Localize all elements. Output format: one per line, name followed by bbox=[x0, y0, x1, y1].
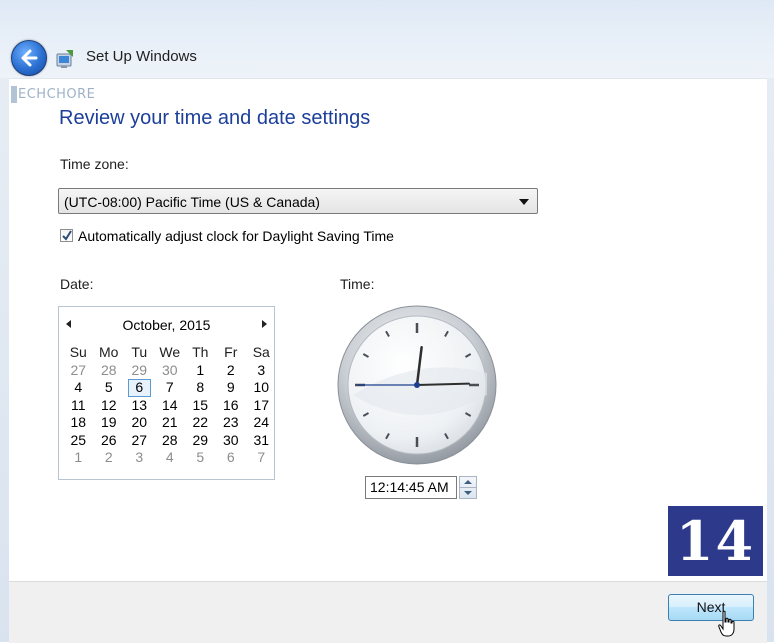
setup-window: Set Up Windows ECHCHORE Review your time… bbox=[0, 0, 774, 643]
calendar-day[interactable]: 27 bbox=[124, 432, 155, 450]
calendar-day[interactable]: 30 bbox=[216, 432, 247, 450]
calendar-day[interactable]: 14 bbox=[155, 397, 186, 415]
weekday-header: We bbox=[159, 344, 181, 360]
calendar-day[interactable]: 6 bbox=[128, 379, 151, 397]
calendar-day[interactable]: 9 bbox=[216, 379, 247, 397]
calendar-day[interactable]: 11 bbox=[63, 397, 94, 415]
calendar-day[interactable]: 29 bbox=[124, 362, 155, 380]
calendar-day[interactable]: 16 bbox=[216, 397, 247, 415]
spin-up-icon[interactable] bbox=[464, 480, 472, 484]
calendar-day[interactable]: 2 bbox=[94, 449, 125, 467]
calendar-day[interactable]: 4 bbox=[155, 449, 186, 467]
calendar-day[interactable]: 28 bbox=[94, 362, 125, 380]
calendar-month-title[interactable]: October, 2015 bbox=[59, 317, 274, 333]
weekday-header: Tu bbox=[131, 344, 148, 360]
time-spinner[interactable] bbox=[459, 476, 477, 499]
calendar-day[interactable]: 10 bbox=[246, 379, 277, 397]
calendar-day[interactable]: 5 bbox=[185, 449, 216, 467]
calendar-day[interactable]: 18 bbox=[63, 414, 94, 432]
calendar-day[interactable]: 30 bbox=[155, 362, 186, 380]
weekday-header: Mo bbox=[99, 344, 119, 360]
calendar-day[interactable]: 19 bbox=[94, 414, 125, 432]
dst-label[interactable]: Automatically adjust clock for Daylight … bbox=[78, 228, 394, 244]
calendar-day[interactable]: 6 bbox=[216, 449, 247, 467]
spin-down-icon[interactable] bbox=[464, 491, 472, 495]
weekday-header: Fr bbox=[224, 344, 238, 360]
calendar-day[interactable]: 26 bbox=[94, 432, 125, 450]
calendar-day[interactable]: 1 bbox=[185, 362, 216, 380]
calendar-day[interactable]: 25 bbox=[63, 432, 94, 450]
date-label: Date: bbox=[60, 276, 94, 292]
window-title: Set Up Windows bbox=[86, 48, 197, 65]
timezone-selected-value: (UTC-08:00) Pacific Time (US & Canada) bbox=[64, 194, 320, 210]
calendar-day[interactable]: 31 bbox=[246, 432, 277, 450]
calendar-day[interactable]: 15 bbox=[185, 397, 216, 415]
setup-windows-icon bbox=[56, 50, 73, 68]
page-title: Review your time and date settings bbox=[59, 107, 371, 129]
hand-cursor-icon bbox=[718, 610, 735, 637]
calendar-day[interactable]: 27 bbox=[63, 362, 94, 380]
calendar-day[interactable]: 7 bbox=[155, 379, 186, 397]
next-month-icon[interactable] bbox=[262, 320, 267, 328]
back-arrow-icon bbox=[21, 49, 38, 67]
title-bar: Set Up Windows bbox=[0, 0, 774, 78]
dropdown-arrow-icon bbox=[519, 199, 529, 205]
calendar-day[interactable]: 8 bbox=[185, 379, 216, 397]
step-number: 14 bbox=[668, 506, 763, 576]
calendar-day[interactable]: 23 bbox=[216, 414, 247, 432]
weekday-header: Su bbox=[69, 344, 87, 360]
timezone-label: Time zone: bbox=[60, 156, 129, 172]
calendar-day[interactable]: 21 bbox=[155, 414, 186, 432]
time-input[interactable]: 12:14:45 AM bbox=[365, 476, 457, 499]
next-button[interactable]: Next bbox=[668, 594, 754, 621]
calendar-grid: Su Mo Tu We Th Fr Sa 27 28 29 30 1 2 3 4 5 6 7 8 9 10 11 12 13 1… bbox=[63, 344, 277, 467]
calendar-day[interactable]: 28 bbox=[155, 432, 186, 450]
dst-checkbox[interactable] bbox=[60, 229, 73, 242]
calendar-day[interactable]: 3 bbox=[124, 449, 155, 467]
calendar-day[interactable]: 1 bbox=[63, 449, 94, 467]
watermark-text: ECHCHORE bbox=[18, 87, 96, 102]
timezone-dropdown[interactable]: (UTC-08:00) Pacific Time (US & Canada) bbox=[58, 188, 538, 214]
footer-bar bbox=[9, 581, 767, 643]
calendar-day[interactable]: 22 bbox=[185, 414, 216, 432]
calendar-day[interactable]: 7 bbox=[246, 449, 277, 467]
analog-clock bbox=[337, 305, 497, 465]
time-label: Time: bbox=[340, 276, 375, 292]
calendar-day[interactable]: 20 bbox=[124, 414, 155, 432]
date-calendar[interactable]: October, 2015 Su Mo Tu We Th Fr Sa 27 28 29 30 1 2 3 4… bbox=[58, 306, 275, 480]
watermark-mark-icon bbox=[11, 86, 17, 103]
watermark-logo: ECHCHORE bbox=[10, 84, 120, 108]
calendar-day[interactable]: 12 bbox=[94, 397, 125, 415]
checkmark-icon bbox=[62, 230, 72, 241]
calendar-day[interactable]: 3 bbox=[246, 362, 277, 380]
calendar-day[interactable]: 5 bbox=[94, 379, 125, 397]
weekday-header: Sa bbox=[252, 344, 270, 360]
back-button[interactable] bbox=[11, 40, 47, 76]
calendar-day[interactable]: 29 bbox=[185, 432, 216, 450]
step-number-badge: 14 bbox=[665, 503, 766, 579]
weekday-header: Th bbox=[192, 344, 209, 360]
calendar-day[interactable]: 24 bbox=[246, 414, 277, 432]
calendar-day[interactable]: 2 bbox=[216, 362, 247, 380]
calendar-day[interactable]: 13 bbox=[124, 397, 155, 415]
calendar-day[interactable]: 17 bbox=[246, 397, 277, 415]
calendar-day[interactable]: 4 bbox=[63, 379, 94, 397]
